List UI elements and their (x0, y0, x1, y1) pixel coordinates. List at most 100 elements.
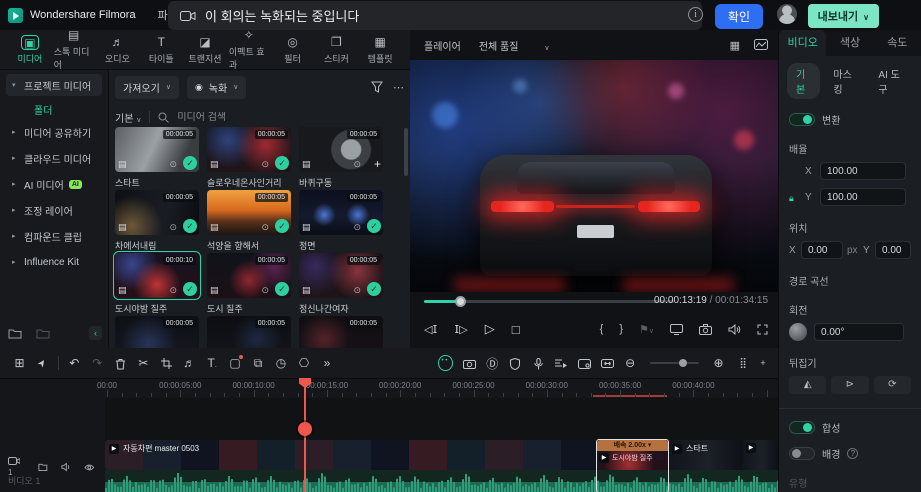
add-track-icon[interactable]: + (756, 358, 770, 368)
playhead[interactable] (304, 378, 306, 492)
new-folder-icon[interactable] (8, 328, 22, 339)
flip-vertical-button[interactable]: ⊳ (831, 376, 868, 394)
toolbox-icon[interactable]: ⊞ (8, 356, 31, 370)
undo-icon[interactable]: ↶ (63, 356, 86, 370)
tab-video[interactable]: 비디오 (779, 30, 826, 56)
subtab-basic[interactable]: 기본 (787, 63, 820, 99)
hide-track-icon[interactable] (84, 463, 95, 472)
snapshot-camera-icon[interactable] (699, 324, 712, 335)
screen-record-icon[interactable] (573, 356, 596, 370)
mark-in-button[interactable]: { (600, 323, 604, 335)
playhead-knob[interactable] (298, 422, 312, 436)
confirm-button[interactable]: 확인 (715, 4, 763, 29)
media-clip[interactable]: 00:00:05▤⊙✓정면 (299, 190, 383, 252)
rotate-90-button[interactable]: ⟳ (874, 376, 911, 394)
tab-speed[interactable]: 속도 (874, 30, 921, 56)
sidebar-item-project-media[interactable]: ▾프로젝트 미디어 (6, 74, 102, 96)
sidebar-item-influence-kit[interactable]: ▸Influence Kit (6, 251, 102, 273)
track-manager-icon[interactable]: ⣿ (730, 358, 756, 369)
grid-overlay-icon[interactable]: ▦ (730, 39, 740, 52)
path-curve-label[interactable]: 경로 곡선 (779, 273, 921, 288)
tab-effects[interactable]: ✧이펙트 효과 (229, 28, 269, 71)
media-clip[interactable]: 00:00:05 (299, 316, 383, 348)
position-x-input[interactable] (801, 241, 843, 259)
previous-frame-button[interactable]: ◁𝖨 (424, 323, 437, 336)
audio-tool-icon[interactable]: ♬ (178, 356, 201, 370)
split-icon[interactable]: ✂ (132, 356, 155, 370)
scale-x-input[interactable] (820, 162, 906, 180)
tab-color[interactable]: 색상 (826, 30, 873, 56)
tab-titles[interactable]: T타이틀 (141, 35, 181, 65)
collapse-sidebar-button[interactable]: ‹ (89, 326, 102, 340)
export-button[interactable]: 내보내기∨ (808, 4, 879, 28)
media-clip[interactable]: 00:00:05▤⊙+바퀴구동 (299, 127, 383, 189)
volume-icon[interactable] (728, 324, 741, 335)
display-icon[interactable] (670, 324, 683, 335)
subtab-ai-tools[interactable]: AI 도구 (869, 63, 913, 99)
timeline-clip-partial[interactable]: ▶ (742, 440, 778, 470)
transform-toggle[interactable] (789, 113, 815, 126)
scale-y-input[interactable] (820, 188, 906, 206)
media-clip[interactable]: 00:00:05▤⊙✓차에서내림 (115, 190, 199, 252)
tab-filters[interactable]: ◎필터 (273, 35, 313, 65)
timeline-clip-main[interactable]: ▶자동차편 master 0503 (105, 440, 597, 470)
redo-icon[interactable]: ↷ (86, 356, 109, 370)
mute-track-icon[interactable] (61, 462, 71, 472)
render-preview-icon[interactable] (550, 356, 573, 370)
crop-icon[interactable] (155, 356, 178, 370)
sidebar-item-compound-clip[interactable]: ▸컴파운드 클립 (6, 225, 102, 247)
help-icon[interactable]: ? (847, 448, 858, 459)
next-frame-button[interactable]: 𝖨▷ (454, 323, 467, 336)
mark-out-button[interactable]: } (619, 323, 623, 335)
video-preview[interactable] (410, 60, 778, 292)
record-voiceover-icon[interactable]: Ⓓ (481, 355, 504, 372)
filmora-logo-icon[interactable] (8, 8, 23, 23)
shield-icon[interactable] (504, 356, 527, 370)
fullscreen-icon[interactable] (757, 324, 768, 335)
more-tools-icon[interactable]: » (315, 356, 338, 370)
ai-portrait-icon[interactable] (438, 355, 452, 371)
quality-dropdown[interactable]: 전체 품질∨ (479, 38, 550, 53)
sidebar-item-media-share[interactable]: ▸미디어 공유하기 (6, 121, 102, 143)
tab-transitions[interactable]: ◪트랜지션 (185, 35, 225, 65)
media-scrollbar[interactable] (404, 128, 408, 176)
stop-button[interactable]: □ (512, 322, 520, 337)
composite-toggle[interactable] (789, 421, 815, 434)
zoom-out-icon[interactable]: ⊖ (619, 356, 642, 370)
media-clip[interactable]: 00:00:05 (207, 316, 291, 348)
info-icon[interactable]: i (688, 7, 703, 22)
link-scale-icon[interactable]: 🔒︎ (789, 176, 794, 220)
subtab-masking[interactable]: 마스킹 (824, 63, 865, 99)
snapshot-icon[interactable] (458, 356, 481, 370)
scope-icon[interactable] (754, 39, 768, 50)
media-clip[interactable]: 00:00:05▤⊙✓정신나간여자 (299, 253, 383, 315)
microphone-icon[interactable] (527, 356, 550, 370)
tab-templates[interactable]: ▦템플릿 (360, 35, 400, 65)
media-clip[interactable]: 00:00:05▤⊙✓스타트 (115, 127, 199, 189)
sidebar-item-folder[interactable]: 폴더 (34, 102, 108, 117)
marker-button[interactable]: ⚑∨ (639, 323, 654, 336)
rotation-dial[interactable] (789, 323, 807, 341)
background-toggle[interactable] (789, 447, 815, 460)
sidebar-item-cloud-media[interactable]: ▸클라우드 미디어 (6, 147, 102, 169)
avatar[interactable] (777, 4, 797, 24)
tab-stickers[interactable]: ❐스티커 (316, 35, 356, 65)
tab-stock-media[interactable]: ▤스톡 미디어 (54, 28, 94, 71)
flip-horizontal-button[interactable]: ◭ (789, 376, 826, 394)
seek-handle[interactable] (455, 296, 466, 307)
media-clip[interactable]: 00:00:05 (115, 316, 199, 348)
fit-timeline-icon[interactable] (596, 356, 619, 370)
text-tool-icon[interactable]: T. (201, 356, 224, 370)
keyframe-icon[interactable]: ⧉ (247, 356, 270, 371)
media-clip[interactable]: 00:00:05▤⊙✓슬로우네온사인거리 (207, 127, 291, 189)
sidebar-item-ai-media[interactable]: ▸AI 미디어AI (6, 173, 102, 195)
speed-tool-icon[interactable]: ◷ (270, 356, 293, 370)
timeline-ruler[interactable]: 00:0000:00:05:0000:00:10:0000:00:15:0000… (0, 378, 778, 398)
tab-audio[interactable]: ♬오디오 (98, 35, 138, 65)
rotation-input[interactable] (814, 323, 904, 341)
delete-folder-icon[interactable] (36, 328, 50, 339)
media-clip[interactable]: 00:00:05▤⊙✓도시 질주 (207, 253, 291, 315)
sidebar-item-adjust-layer[interactable]: ▸조정 레이어 (6, 199, 102, 221)
mask-tool-icon[interactable]: ▢ (224, 356, 247, 370)
timeline-zoom-slider[interactable] (650, 362, 699, 364)
